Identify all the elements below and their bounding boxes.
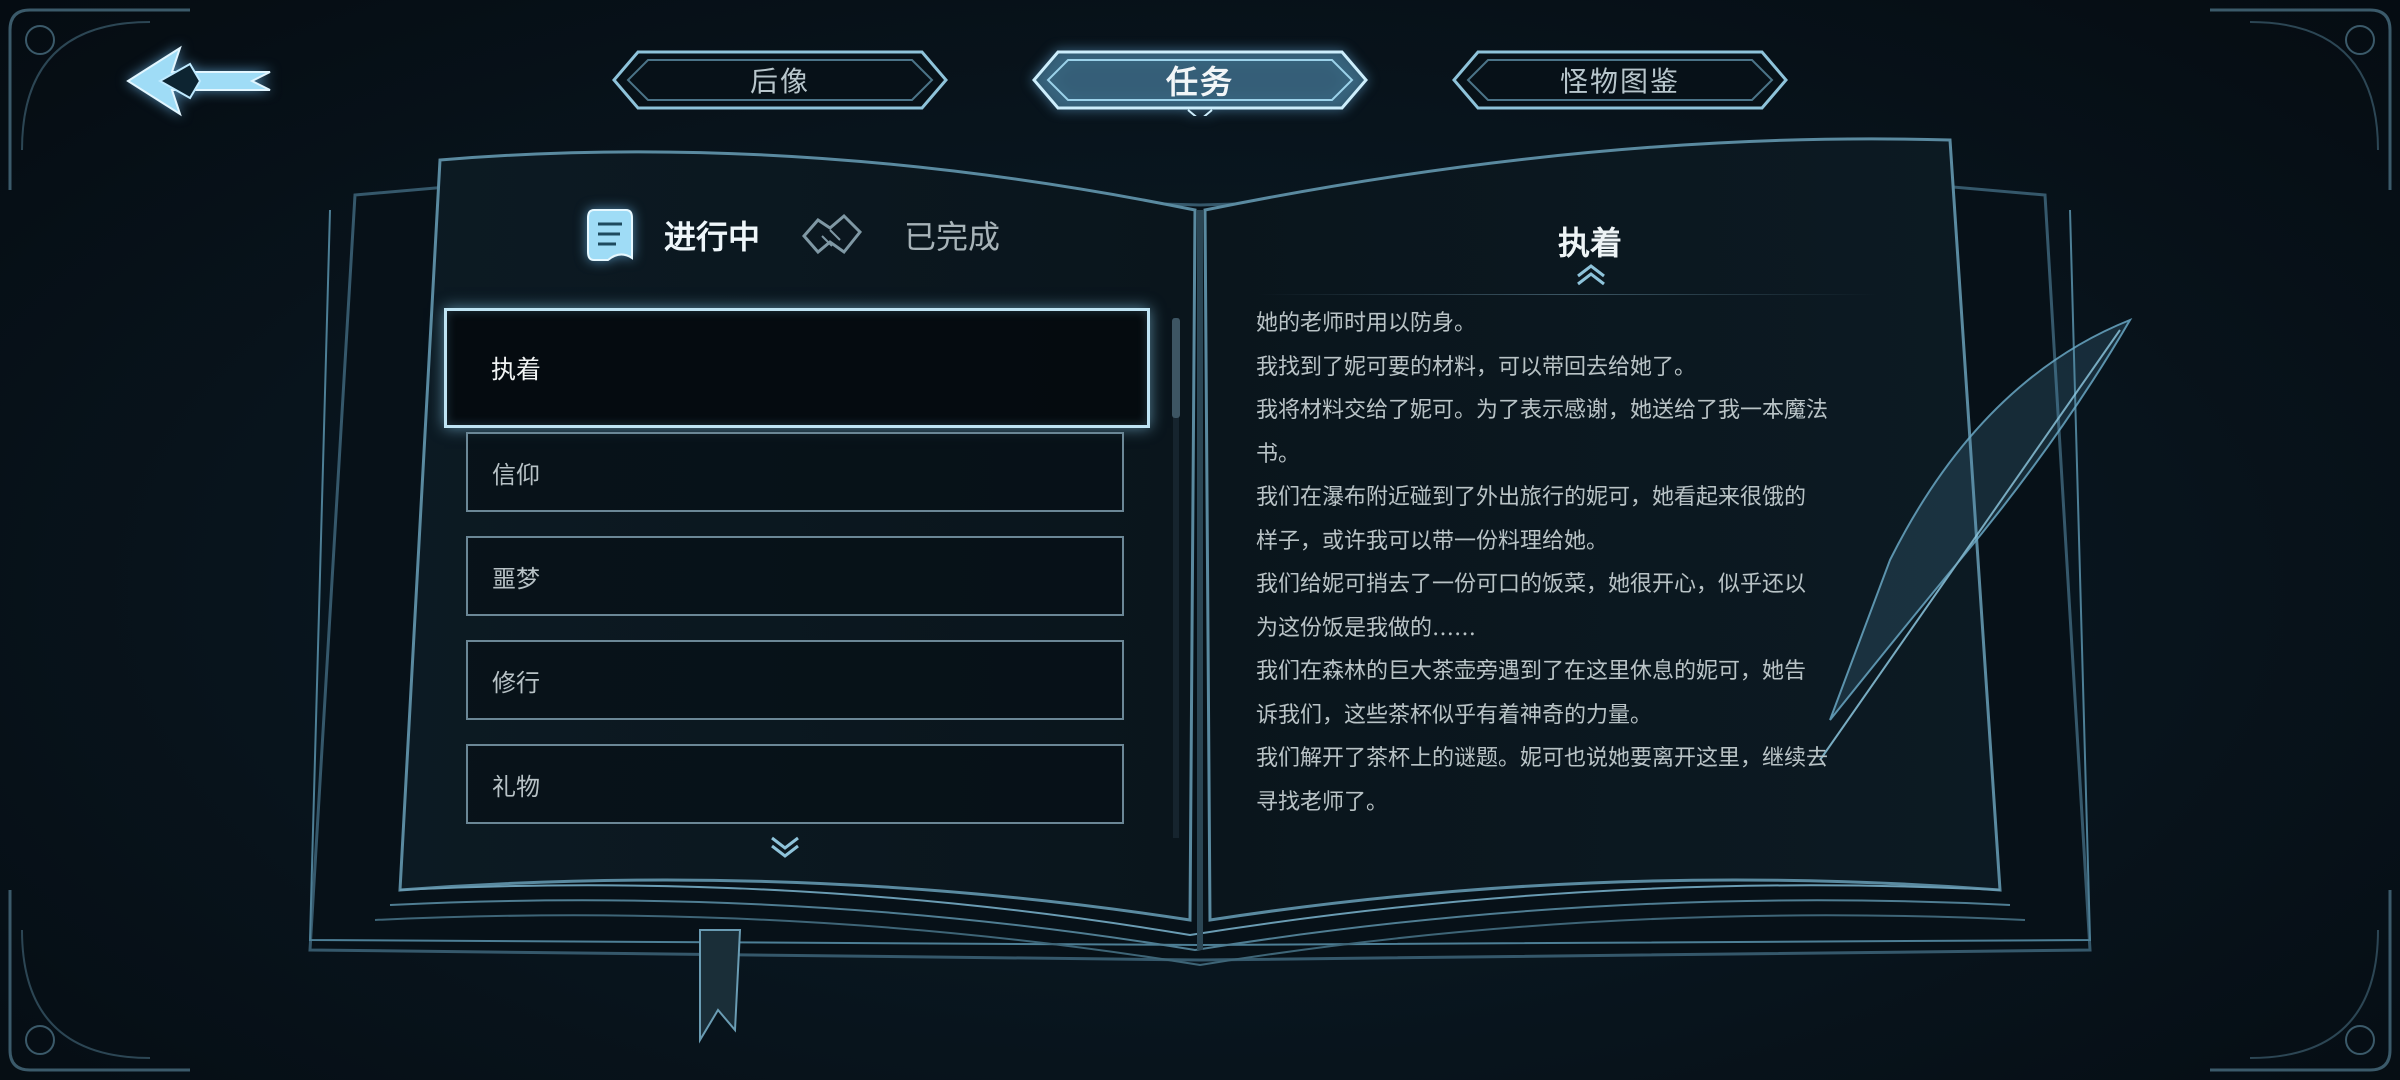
chevron-up-icon[interactable] [1574,262,1608,288]
quest-detail-title: 执着 [1557,224,1622,262]
title-divider [1258,294,1878,295]
quest-item[interactable]: 礼物 [466,744,1124,824]
quest-log-line: 我们解开了茶杯上的谜题。妮可也说她要离开这里，继续去 [1256,746,1829,771]
journal-book [308,137,2133,1044]
tab-afterimage-label: 后像 [749,65,810,98]
bookmark-ribbon [699,929,742,1044]
quest-item[interactable]: 修行 [466,640,1124,720]
quest-log-line: 我们给妮可捎去了一份可口的饭菜，她很开心，似乎还以 [1256,572,1807,597]
quest-log-text: 她的老师时用以防身。 我找到了妮可要的材料，可以带回去给她了。 我将材料交给了妮… [1256,302,1876,824]
quest-filter-row: 进行中 已完成 [580,200,1020,270]
quest-log-line: 书。 [1256,441,1301,467]
quest-item-label: 执着 [491,355,542,384]
quest-log-line: 样子，或许我可以带一份料理给她。 [1256,528,1609,554]
quest-log-line: 我们在森林的巨大茶壶旁遇到了在这里休息的妮可，她告 [1256,659,1807,684]
quest-log-line: 寻找老师了。 [1256,789,1389,815]
back-arrow-icon[interactable] [120,36,280,126]
quest-item-label: 噩梦 [492,564,540,593]
filter-ongoing-label: 进行中 [664,218,761,256]
filter-completed-label: 已完成 [904,218,1001,256]
quest-log-line: 我将材料交给了妮可。为了表示感谢，她送给了我一本魔法 [1256,398,1829,423]
quest-log-line: 我们在瀑布附近碰到了外出旅行的妮可，她看起来很饿的 [1256,485,1807,510]
quest-log-line: 她的老师时用以防身。 [1256,311,1477,336]
tab-bestiary[interactable]: 怪物图鉴 [1448,44,1792,116]
quest-item[interactable]: 噩梦 [466,536,1124,616]
filter-completed[interactable]: 已完成 [800,200,1000,270]
quest-log-line: 为这份饭是我做的…… [1256,615,1477,641]
quest-log-line: 诉我们，这些茶杯似乎有着神奇的力量。 [1256,702,1653,728]
quest-item-label: 礼物 [492,772,540,801]
tab-quests[interactable]: 任务 [1028,44,1372,116]
quest-item-selected[interactable]: 执着 [444,308,1150,428]
filter-ongoing[interactable]: 进行中 [580,200,760,270]
quest-item[interactable]: 信仰 [466,432,1124,512]
quest-log-line: 我找到了妮可要的材料，可以带回去给她了。 [1256,354,1697,380]
tab-bestiary-label: 怪物图鉴 [1559,65,1680,98]
tab-afterimage[interactable]: 后像 [608,44,952,116]
tab-quests-label: 任务 [1165,63,1234,101]
handshake-icon [802,213,863,255]
chevron-down-icon[interactable] [768,832,802,860]
scroll-icon [587,209,633,261]
quest-item-label: 信仰 [492,460,540,489]
quest-item-label: 修行 [492,668,540,697]
quest-list-scrollbar[interactable] [1172,318,1180,418]
